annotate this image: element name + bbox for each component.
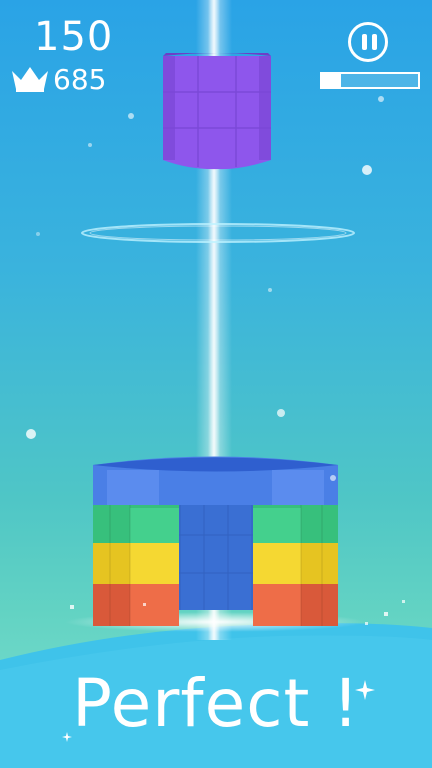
score: 150	[34, 14, 114, 60]
crown-icon	[12, 67, 48, 92]
tower-left-wall	[93, 505, 179, 626]
tower-right-wall	[253, 505, 338, 626]
pause-icon	[362, 34, 367, 50]
sparkle-icon	[355, 680, 375, 700]
level-progress-fill	[322, 74, 342, 87]
best-score: 685	[53, 63, 107, 96]
level-progress-bar	[320, 72, 420, 89]
game-scene[interactable]	[0, 0, 432, 768]
perfect-message: Perfect !	[72, 665, 360, 742]
tower	[93, 456, 338, 626]
pause-icon-bar	[372, 34, 377, 50]
pause-button[interactable]	[348, 22, 388, 62]
falling-block	[163, 53, 271, 170]
sparkle-icon	[62, 732, 72, 742]
